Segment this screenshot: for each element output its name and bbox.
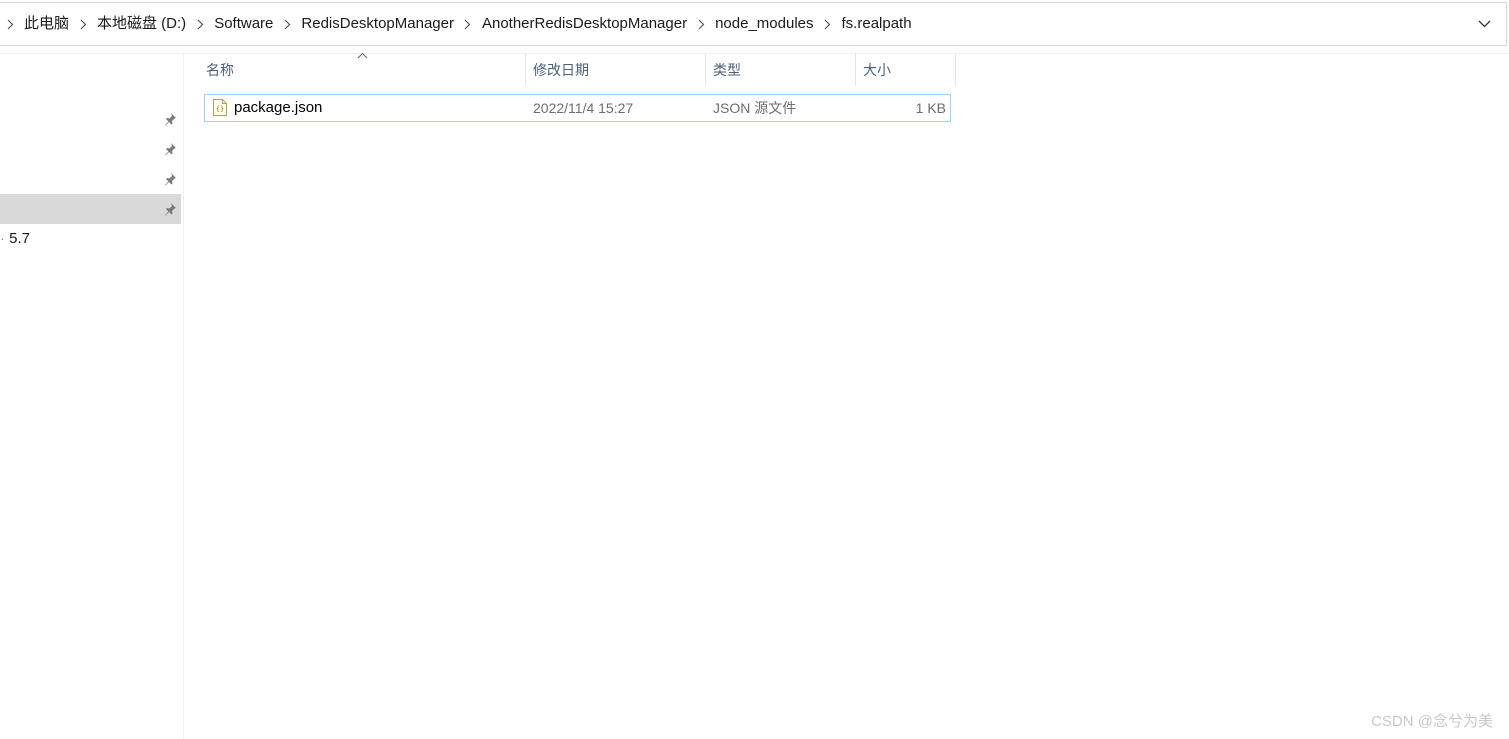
quick-access-item[interactable] (0, 104, 181, 134)
nav-item-label: · 5.7 (0, 224, 30, 254)
file-row[interactable]: {} package.json 2022/11/4 15:27 JSON 源文件… (204, 94, 951, 122)
file-size: 1 KB (915, 100, 946, 116)
column-header-size[interactable]: 大小 (856, 54, 956, 86)
quick-access-item[interactable] (0, 134, 181, 164)
pin-icon[interactable] (163, 112, 177, 126)
breadcrumb-item-redisdesktopmanager[interactable]: RedisDesktopManager (297, 2, 458, 46)
chevron-right-icon[interactable] (693, 3, 709, 45)
address-bar[interactable]: 此电脑 本地磁盘 (D:) Software RedisDesktopManag… (0, 2, 1507, 46)
chevron-right-icon[interactable] (460, 3, 476, 45)
json-file-icon: {} (213, 99, 227, 116)
pin-icon[interactable] (163, 142, 177, 156)
navigation-pane[interactable]: · 5.7 (0, 54, 184, 739)
chevron-right-icon[interactable] (279, 3, 295, 45)
chevron-right-icon[interactable] (2, 3, 18, 45)
chevron-right-icon[interactable] (820, 3, 836, 45)
file-type: JSON 源文件 (713, 100, 797, 116)
nav-item-partial[interactable]: · 5.7 (0, 224, 181, 254)
pin-icon[interactable] (163, 202, 177, 216)
column-header-type[interactable]: 类型 (706, 54, 856, 86)
chevron-right-icon[interactable] (192, 3, 208, 45)
breadcrumb-item-drive-d[interactable]: 本地磁盘 (D:) (93, 2, 190, 46)
pin-icon[interactable] (163, 172, 177, 186)
breadcrumb-item-node-modules[interactable]: node_modules (711, 2, 817, 46)
file-modified-date: 2022/11/4 15:27 (533, 100, 634, 116)
breadcrumb-item-software[interactable]: Software (210, 2, 277, 46)
nav-item-version: 5.7 (9, 230, 31, 247)
svg-text:{}: {} (216, 105, 224, 113)
column-header-modified[interactable]: 修改日期 (526, 54, 706, 86)
breadcrumb-item-anotherredisdesktopmanager[interactable]: AnotherRedisDesktopManager (478, 2, 691, 46)
breadcrumb-item-fs-realpath[interactable]: fs.realpath (838, 2, 916, 46)
chevron-down-icon (1478, 20, 1490, 28)
watermark: CSDN @念兮为美 (1371, 713, 1493, 730)
breadcrumb: 此电脑 本地磁盘 (D:) Software RedisDesktopManag… (0, 3, 916, 45)
file-name[interactable]: package.json (234, 95, 322, 121)
address-history-dropdown[interactable] (1472, 3, 1496, 45)
breadcrumb-item-this-pc[interactable]: 此电脑 (20, 2, 73, 46)
column-header-name[interactable]: 名称 (199, 54, 526, 86)
quick-access-item[interactable] (0, 164, 181, 194)
quick-access-item-selected[interactable] (0, 194, 181, 224)
chevron-right-icon[interactable] (75, 3, 91, 45)
truncated-text: · (0, 230, 5, 247)
